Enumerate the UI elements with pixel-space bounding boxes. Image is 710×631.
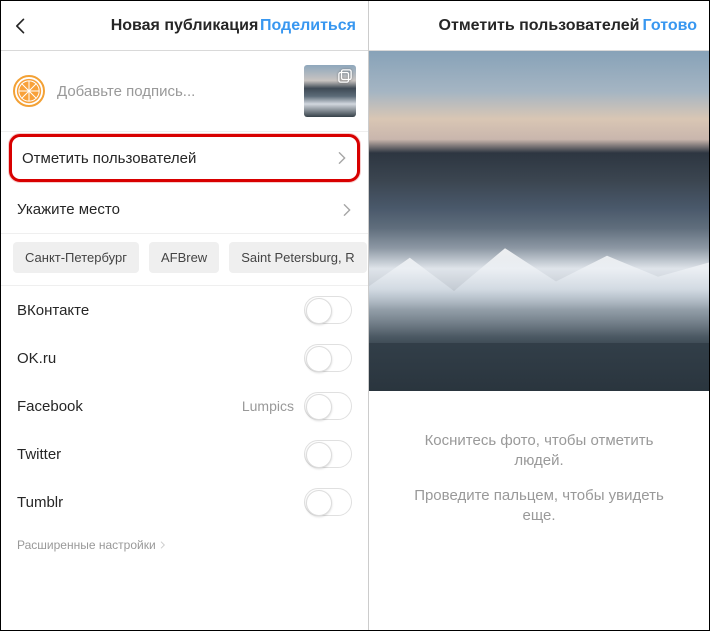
- multi-photo-icon: [338, 69, 352, 83]
- back-button[interactable]: [11, 1, 41, 50]
- share-name: Facebook: [17, 398, 242, 415]
- location-chip[interactable]: Saint Petersburg, R: [229, 242, 366, 273]
- left-header: Новая публикация Поделиться: [1, 1, 368, 51]
- avatar: [13, 75, 45, 107]
- share-name: Twitter: [17, 446, 304, 463]
- post-thumbnail[interactable]: [304, 65, 356, 117]
- toggle[interactable]: [304, 296, 352, 324]
- chevron-right-icon: [337, 151, 347, 165]
- chevron-right-icon: [160, 541, 166, 549]
- location-suggestions: Санкт-Петербург AFBrew Saint Petersburg,…: [1, 234, 368, 286]
- share-vkontakte: ВКонтакте: [1, 286, 368, 334]
- advanced-settings[interactable]: Расширенные настройки: [1, 526, 368, 564]
- tag-users-label: Отметить пользователей: [22, 150, 337, 167]
- caption-row: Добавьте подпись...: [1, 51, 368, 132]
- location-chip[interactable]: Санкт-Петербург: [13, 242, 139, 273]
- share-name: OK.ru: [17, 350, 304, 367]
- orange-slice-icon: [16, 78, 42, 104]
- share-subtitle: Lumpics: [242, 398, 294, 414]
- chevron-left-icon: [11, 16, 31, 36]
- add-location-row[interactable]: Укажите место: [1, 186, 368, 234]
- share-name: Tumblr: [17, 494, 304, 511]
- share-name: ВКонтакте: [17, 302, 304, 319]
- tag-hint-line2: Проведите пальцем, чтобы увидеть еще.: [399, 486, 679, 527]
- toggle[interactable]: [304, 392, 352, 420]
- share-tumblr: Tumblr: [1, 478, 368, 526]
- new-post-screen: Новая публикация Поделиться Добавьте под…: [1, 1, 369, 630]
- advanced-settings-label: Расширенные настройки: [17, 538, 156, 552]
- right-header-title: Отметить пользователей: [439, 17, 640, 35]
- tag-people-screen: Отметить пользователей Готово Коснитесь …: [369, 1, 709, 630]
- right-header: Отметить пользователей Готово: [369, 1, 709, 51]
- location-chip[interactable]: AFBrew: [149, 242, 219, 273]
- share-twitter: Twitter: [1, 430, 368, 478]
- share-okru: OK.ru: [1, 334, 368, 382]
- share-facebook: Facebook Lumpics: [1, 382, 368, 430]
- toggle[interactable]: [304, 488, 352, 516]
- done-action[interactable]: Готово: [643, 1, 697, 50]
- chevron-right-icon: [342, 203, 352, 217]
- add-location-label: Укажите место: [17, 201, 342, 218]
- tag-photo-area[interactable]: [369, 51, 709, 391]
- tag-hint-line1: Коснитесь фото, чтобы отметить людей.: [399, 431, 679, 472]
- left-header-title: Новая публикация: [111, 17, 259, 35]
- tag-hint: Коснитесь фото, чтобы отметить людей. Пр…: [369, 391, 709, 526]
- share-action[interactable]: Поделиться: [260, 1, 356, 50]
- toggle[interactable]: [304, 344, 352, 372]
- tag-users-row[interactable]: Отметить пользователей: [9, 134, 360, 182]
- toggle[interactable]: [304, 440, 352, 468]
- caption-input[interactable]: Добавьте подпись...: [57, 83, 304, 100]
